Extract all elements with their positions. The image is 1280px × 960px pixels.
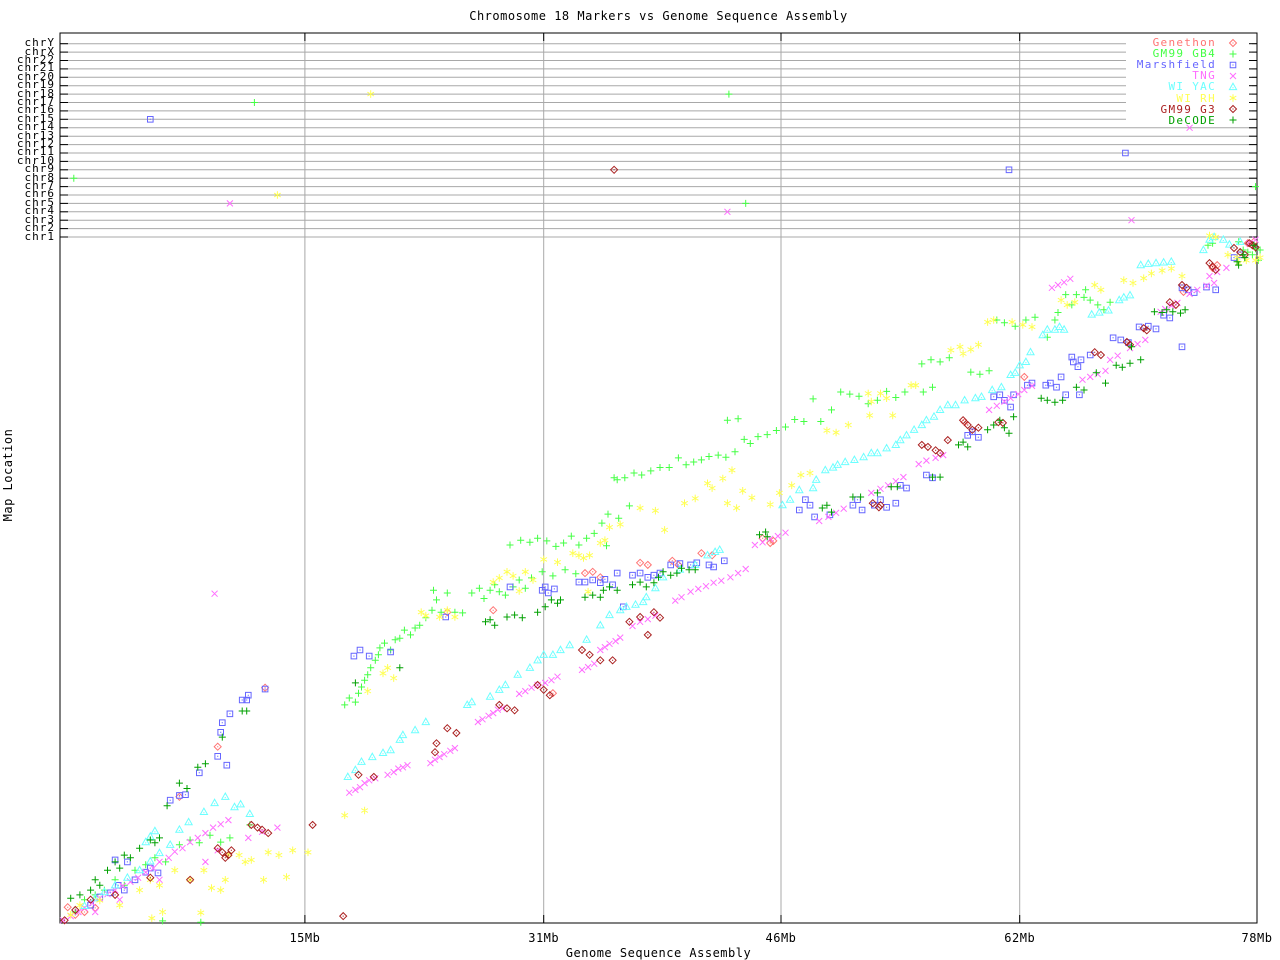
legend-item-decode: DeCODE bbox=[1168, 114, 1240, 126]
x-tick-15Mb: 15Mb bbox=[289, 931, 320, 945]
data-points bbox=[61, 166, 1259, 924]
x-tick-62Mb: 62Mb bbox=[1004, 931, 1035, 945]
x-tick-31Mb: 31Mb bbox=[528, 931, 559, 945]
series-marshfield bbox=[88, 117, 1243, 909]
axes bbox=[60, 33, 1257, 923]
data-points bbox=[67, 90, 1263, 922]
data-points bbox=[67, 242, 1257, 902]
series-wi-rh bbox=[67, 90, 1263, 922]
gnuplot-chart-page: Chromosome 18 Markers vs Genome Sequence… bbox=[0, 0, 1280, 960]
series-decode bbox=[67, 242, 1257, 902]
series-tng bbox=[60, 125, 1258, 924]
data-points bbox=[88, 117, 1243, 909]
x-tick-78Mb: 78Mb bbox=[1242, 931, 1273, 945]
data-points bbox=[70, 91, 1263, 926]
x-tick-46Mb: 46Mb bbox=[766, 931, 797, 945]
series-gm99-g3 bbox=[61, 166, 1259, 924]
x-axis-title: Genome Sequence Assembly bbox=[60, 946, 1257, 960]
chrom-label-chr1: chr1 bbox=[25, 233, 56, 241]
scatter-plot bbox=[0, 0, 1280, 960]
series-gm99-gb4 bbox=[70, 91, 1263, 926]
legend-marker-icon bbox=[1226, 114, 1240, 126]
legend-label: DeCODE bbox=[1168, 114, 1216, 127]
gridlines bbox=[60, 33, 1257, 923]
data-points bbox=[60, 125, 1258, 924]
